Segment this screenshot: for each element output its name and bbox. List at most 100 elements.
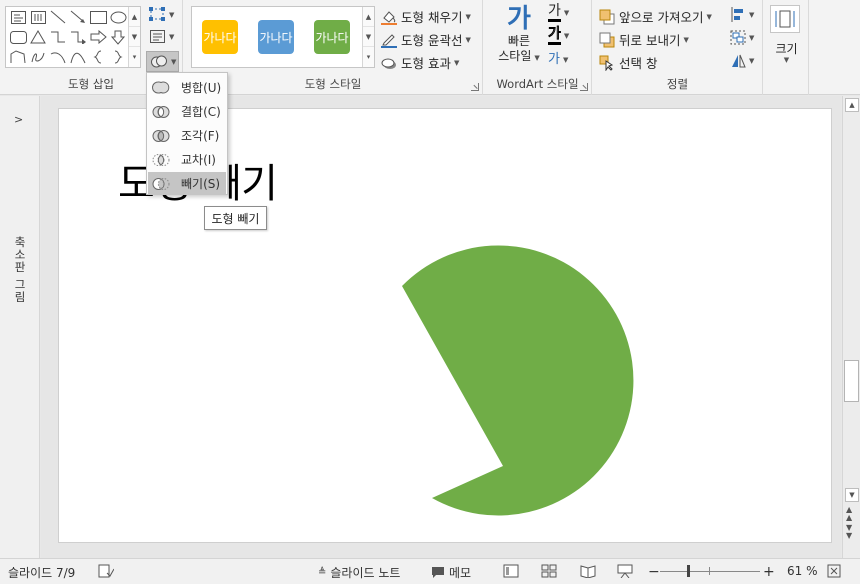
reading-view-icon[interactable]: [580, 564, 596, 578]
gallery-more-icon[interactable]: ▾: [363, 47, 374, 67]
selection-pane-icon: [599, 55, 615, 72]
curve-shape[interactable]: [68, 48, 88, 66]
bring-forward-label: 앞으로 가져오기: [619, 10, 704, 25]
bring-forward-button[interactable]: 앞으로 가져오기 ▼: [599, 7, 712, 26]
group-label-arrange: 정렬: [666, 77, 689, 91]
zoom-in-icon[interactable]: +: [763, 564, 775, 580]
triangle-shape[interactable]: [28, 28, 48, 46]
gallery-up-icon[interactable]: ▲: [363, 7, 374, 27]
subtracted-shape[interactable]: [402, 245, 634, 516]
size-label: 크기: [775, 42, 798, 56]
subtract-icon: [152, 176, 170, 192]
menu-item-combine[interactable]: 결합(C): [148, 100, 226, 123]
group-size: 크기 ▼: [764, 0, 809, 95]
zoom-out-icon[interactable]: −: [648, 564, 660, 580]
slide-show-icon[interactable]: [617, 564, 633, 578]
shape-style-swatch[interactable]: 가나다: [314, 20, 350, 54]
text-box-shape[interactable]: [8, 8, 28, 26]
left-brace-shape[interactable]: [88, 48, 108, 66]
shape-effects-button[interactable]: 도형 효과 ▼: [381, 53, 459, 72]
menu-item-intersect[interactable]: 교차(I): [148, 148, 226, 171]
spell-check-icon[interactable]: [98, 564, 114, 578]
vertical-text-box-shape[interactable]: [28, 8, 48, 26]
send-backward-button[interactable]: 뒤로 보내기 ▼: [599, 30, 689, 49]
ribbon: ▲ ▼ ▾ ▼ ▼ ▼ 도형 삽입 가나다 가나다 가나다 ▲ ▼ ▾ 도형 채…: [0, 0, 860, 95]
text-effects-button[interactable]: 가 ▼: [548, 52, 568, 67]
selection-pane-button[interactable]: 선택 창: [599, 53, 657, 72]
combine-label: 결합(C): [181, 105, 221, 119]
scrollbar-thumb[interactable]: [844, 360, 859, 402]
size-icon: [775, 10, 795, 28]
fit-to-window-icon[interactable]: [827, 564, 841, 578]
tooltip: 도형 빼기: [204, 206, 267, 230]
gallery-down-icon[interactable]: ▼: [363, 27, 374, 47]
menu-item-fragment[interactable]: 조각(F): [148, 124, 226, 147]
union-label: 병합(U): [181, 81, 222, 95]
draw-text-box-button[interactable]: ▼: [149, 29, 174, 44]
rectangle-shape[interactable]: [88, 8, 108, 26]
group-arrange: 앞으로 가져오기 ▼ 뒤로 보내기 ▼ 선택 창 ▼ ▼ ▼ 정렬: [593, 0, 763, 95]
gallery-more-icon[interactable]: ▾: [129, 47, 140, 67]
expand-thumbnails-icon[interactable]: >: [14, 113, 23, 126]
quick-styles-button[interactable]: 가 빠른 스타일 ▼: [494, 4, 544, 74]
text-fill-button[interactable]: 가 ▼: [548, 4, 569, 22]
menu-item-union[interactable]: 병합(U): [148, 76, 226, 99]
fragment-label: 조각(F): [181, 129, 220, 143]
gallery-up-icon[interactable]: ▲: [129, 7, 140, 27]
quick-styles-glyph: 가: [507, 4, 531, 34]
slide-sorter-view-icon[interactable]: [541, 564, 557, 578]
right-arrow-shape[interactable]: [88, 28, 108, 46]
shape-outline-button[interactable]: 도형 윤곽선 ▼: [381, 30, 471, 49]
notes-label: 슬라이드 노트: [330, 566, 401, 580]
line-shape[interactable]: [48, 8, 68, 26]
comments-button[interactable]: 메모: [431, 564, 471, 581]
zoom-slider-track[interactable]: [660, 571, 760, 572]
shape-style-swatch[interactable]: 가나다: [258, 20, 294, 54]
gallery-down-icon[interactable]: ▼: [129, 27, 140, 47]
styles-gallery-scroll[interactable]: ▲ ▼ ▾: [362, 7, 374, 67]
edit-shape-button[interactable]: ▼: [149, 7, 174, 22]
down-arrow-shape[interactable]: [108, 28, 128, 46]
rotate-button[interactable]: ▼: [730, 53, 754, 68]
group-wordart: 가 빠른 스타일 ▼ 가 ▼ 가 ▼ 가 ▼ WordArt 스타일: [484, 0, 592, 95]
arc-shape[interactable]: [48, 48, 68, 66]
combine-icon: [152, 104, 170, 120]
menu-item-subtract[interactable]: 빼기(S): [148, 172, 226, 195]
zoom-slider-handle[interactable]: [687, 565, 690, 577]
align-button[interactable]: ▼: [730, 7, 754, 22]
scroll-up-icon[interactable]: ▲: [845, 98, 859, 112]
normal-view-icon[interactable]: [503, 564, 519, 578]
previous-slide-icon[interactable]: ▲ ▲: [846, 506, 852, 522]
group-objects-button[interactable]: ▼: [730, 30, 754, 45]
shape-styles-gallery[interactable]: 가나다 가나다 가나다 ▲ ▼ ▾: [191, 6, 375, 68]
shapes-gallery[interactable]: ▲ ▼ ▾: [5, 6, 141, 68]
elbow-arrow-connector-shape[interactable]: [68, 28, 88, 46]
freeform-shape[interactable]: [8, 48, 28, 66]
oval-shape[interactable]: [108, 8, 128, 26]
quick-styles-label-2: 스타일: [498, 49, 532, 63]
rotate-icon: [732, 54, 746, 68]
text-fill-icon: 가: [548, 4, 561, 22]
merge-shapes-button[interactable]: ▼: [146, 51, 179, 72]
shape-style-swatch[interactable]: 가나다: [202, 20, 238, 54]
arrow-line-shape[interactable]: [68, 8, 88, 26]
wordart-launcher-icon[interactable]: [580, 83, 588, 91]
selection-pane-label: 선택 창: [619, 56, 658, 71]
scribble-shape[interactable]: [28, 48, 48, 66]
zoom-level[interactable]: 61 %: [787, 564, 818, 578]
size-button[interactable]: [770, 5, 800, 33]
union-icon: [152, 80, 170, 96]
scroll-down-icon[interactable]: ▼: [845, 488, 859, 502]
merge-shapes-menu: 병합(U) 결합(C) 조각(F) 교차(I) 빼기(S): [146, 72, 228, 195]
next-slide-icon[interactable]: ▼ ▼: [846, 524, 852, 540]
shape-fill-button[interactable]: 도형 채우기 ▼: [381, 7, 471, 26]
text-outline-button[interactable]: 가 ▼: [548, 26, 569, 45]
rounded-rectangle-shape[interactable]: [8, 28, 28, 46]
notes-button[interactable]: ≜ 슬라이드 노트: [318, 564, 400, 581]
elbow-connector-shape[interactable]: [48, 28, 68, 46]
shapes-gallery-scroll[interactable]: ▲ ▼ ▾: [128, 7, 140, 67]
shape-effects-icon: [381, 55, 397, 71]
vertical-scrollbar[interactable]: ▲ ▼ ▲ ▲ ▼ ▼: [842, 96, 860, 558]
shape-styles-launcher-icon[interactable]: [471, 83, 479, 91]
right-brace-shape[interactable]: [108, 48, 128, 66]
